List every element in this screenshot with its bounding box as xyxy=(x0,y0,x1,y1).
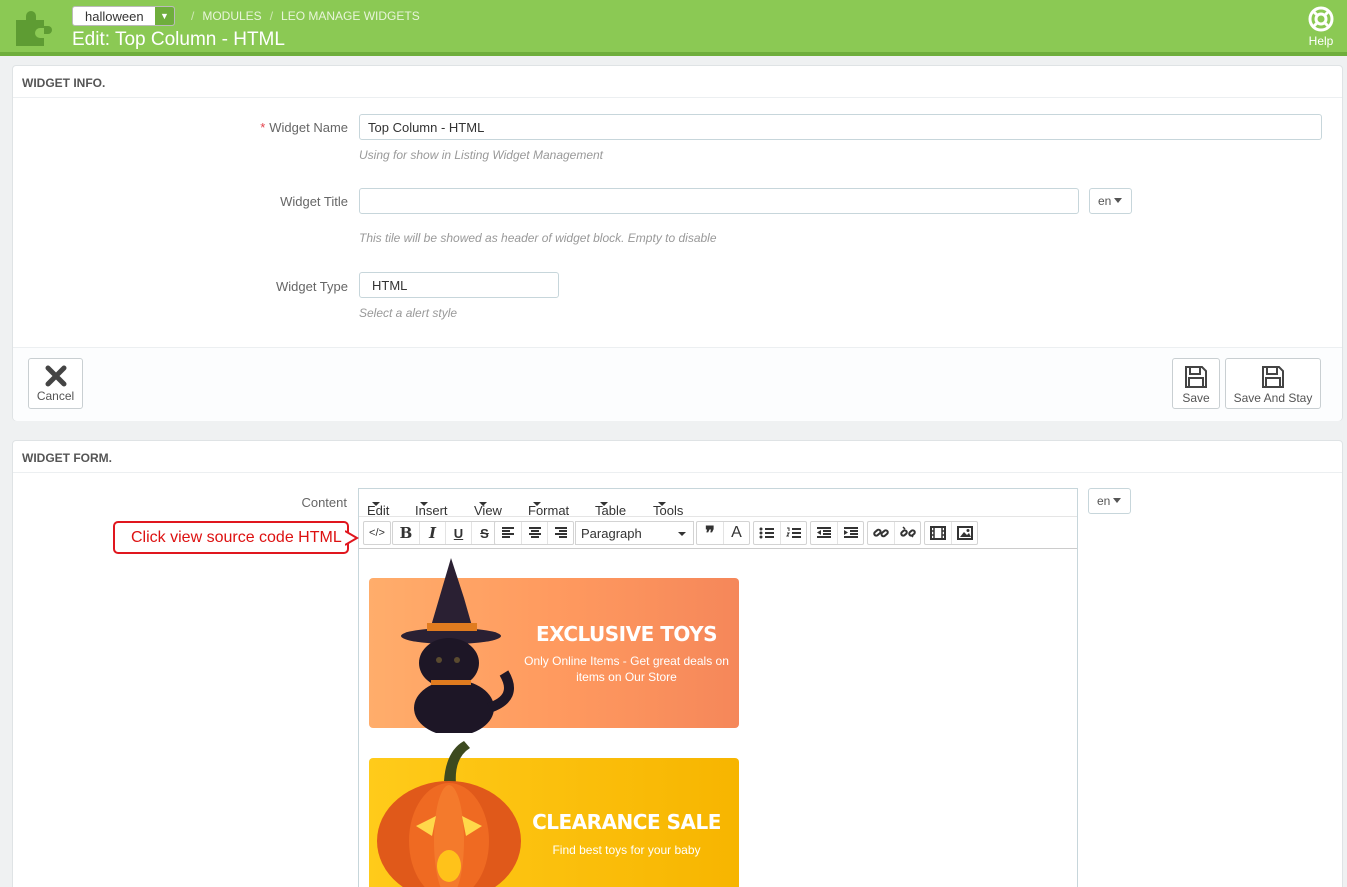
menu-edit[interactable]: Edit xyxy=(367,496,389,518)
breadcrumb: / MODULES / LEO MANAGE WIDGETS xyxy=(191,9,420,23)
widget-form-heading: WIDGET FORM. xyxy=(13,441,1342,473)
save-and-stay-button[interactable]: Save And Stay xyxy=(1225,358,1321,409)
bold-icon[interactable]: B xyxy=(393,522,419,544)
banner-clearance-sale: CLEARANCE SALE Find best toys for your b… xyxy=(369,741,739,887)
toolbar-group-indent xyxy=(810,521,864,545)
toolbar-group-text-style: B I U S xyxy=(392,521,498,545)
banner1-subtitle: Only Online Items - Get great deals on i… xyxy=(524,654,729,684)
link-icon[interactable] xyxy=(868,522,894,544)
video-icon[interactable] xyxy=(925,522,951,544)
indent-icon[interactable] xyxy=(837,522,863,544)
close-icon xyxy=(45,365,66,387)
unlink-icon[interactable] xyxy=(894,522,920,544)
content-lang-select[interactable]: en xyxy=(1088,488,1131,514)
rich-text-editor[interactable]: Edit Insert View Format Table Tools </> … xyxy=(358,488,1078,887)
widget-title-lang-select[interactable]: en xyxy=(1089,188,1132,214)
bullet-list-icon[interactable] xyxy=(754,522,780,544)
shop-select[interactable]: halloween ▼ xyxy=(72,6,175,26)
toolbar-group-quote: ❞ A xyxy=(696,521,750,545)
align-center-icon[interactable] xyxy=(521,522,547,544)
underline-icon[interactable]: U xyxy=(445,522,471,544)
witch-cat-image xyxy=(401,558,514,733)
banner-exclusive-toys: EXCLUSIVE TOYS Only Online Items - Get g… xyxy=(369,558,739,733)
cancel-label: Cancel xyxy=(36,389,75,403)
cancel-button[interactable]: Cancel xyxy=(28,358,83,409)
editor-menubar: Edit Insert View Format Table Tools xyxy=(359,489,1077,518)
widget-info-panel: WIDGET INFO. * Widget Name Top Column - H… xyxy=(12,65,1343,421)
source-code-icon[interactable]: </> xyxy=(364,522,390,544)
pumpkin-image xyxy=(377,741,521,887)
puzzle-module-icon xyxy=(14,6,58,46)
shop-select-value: halloween xyxy=(85,9,144,24)
widget-title-input[interactable] xyxy=(359,188,1079,214)
blockquote-icon[interactable]: ❞ xyxy=(697,522,723,544)
chevron-down-icon: ▼ xyxy=(155,7,174,25)
editor-toolbar: </> B I U S Paragraph ❞ A xyxy=(359,517,1077,549)
callout-arrow-icon xyxy=(345,530,359,546)
format-select[interactable]: Paragraph xyxy=(575,521,694,545)
breadcrumb-modules[interactable]: MODULES xyxy=(202,9,261,23)
menu-insert[interactable]: Insert xyxy=(415,496,448,518)
lang-value: en xyxy=(1098,194,1112,208)
toolbar-group-source: </> xyxy=(363,521,391,545)
outdent-icon[interactable] xyxy=(811,522,837,544)
widget-title-label: Widget Title xyxy=(280,194,348,209)
format-select-value: Paragraph xyxy=(581,526,642,541)
italic-icon[interactable]: I xyxy=(419,522,445,544)
widget-info-heading: WIDGET INFO. xyxy=(13,66,1342,98)
floppy-disk-icon xyxy=(1185,366,1207,388)
save-and-stay-label: Save And Stay xyxy=(1233,391,1313,405)
widget-type-input[interactable]: HTML xyxy=(359,272,559,298)
banner2-title: CLEARANCE SALE xyxy=(532,810,721,834)
align-left-icon[interactable] xyxy=(495,522,521,544)
widget-type-help: Select a alert style xyxy=(359,306,458,320)
save-label: Save xyxy=(1182,391,1210,405)
callout-text: Click view source code HTML xyxy=(113,521,349,554)
caret-down-icon xyxy=(1113,498,1122,503)
toolbar-group-links xyxy=(867,521,921,545)
menu-view[interactable]: View xyxy=(474,496,502,518)
annotation-callout: Click view source code HTML xyxy=(113,521,359,554)
widget-name-label: * Widget Name xyxy=(260,120,348,135)
widget-name-input[interactable]: Top Column - HTML xyxy=(359,114,1322,140)
help-label: Help xyxy=(1308,34,1334,48)
toolbar-group-media xyxy=(924,521,978,545)
text-color-icon[interactable]: A xyxy=(723,522,749,544)
widget-name-help: Using for show in Listing Widget Managem… xyxy=(359,148,604,162)
floppy-disk-icon xyxy=(1262,366,1284,388)
content-label: Content xyxy=(301,495,347,510)
lang-value: en xyxy=(1097,494,1111,508)
page-title: Edit: Top Column - HTML xyxy=(72,29,285,50)
widget-type-label: Widget Type xyxy=(275,279,348,294)
align-right-icon[interactable] xyxy=(547,522,573,544)
help-button[interactable]: Help xyxy=(1305,6,1337,48)
save-button[interactable]: Save xyxy=(1172,358,1220,409)
form-footer: Cancel Save Save And Stay xyxy=(13,347,1342,421)
menu-table[interactable]: Table xyxy=(595,496,626,518)
menu-tools[interactable]: Tools xyxy=(653,496,683,518)
banner2-subtitle: Find best toys for your baby xyxy=(552,843,701,857)
caret-down-icon xyxy=(678,532,686,536)
toolbar-group-lists xyxy=(753,521,807,545)
breadcrumb-leo-manage-widgets[interactable]: LEO MANAGE WIDGETS xyxy=(281,9,420,23)
toolbar-group-align xyxy=(494,521,574,545)
top-header: halloween ▼ / MODULES / LEO MANAGE WIDGETS … xyxy=(0,0,1347,56)
banner1-title: EXCLUSIVE TOYS xyxy=(535,622,718,646)
numbered-list-icon[interactable] xyxy=(780,522,806,544)
caret-down-icon xyxy=(1114,198,1123,203)
image-icon[interactable] xyxy=(951,522,977,544)
widget-title-help: This tile will be showed as header of wi… xyxy=(359,231,717,245)
lifebuoy-icon xyxy=(1308,6,1334,32)
menu-format[interactable]: Format xyxy=(528,496,569,518)
